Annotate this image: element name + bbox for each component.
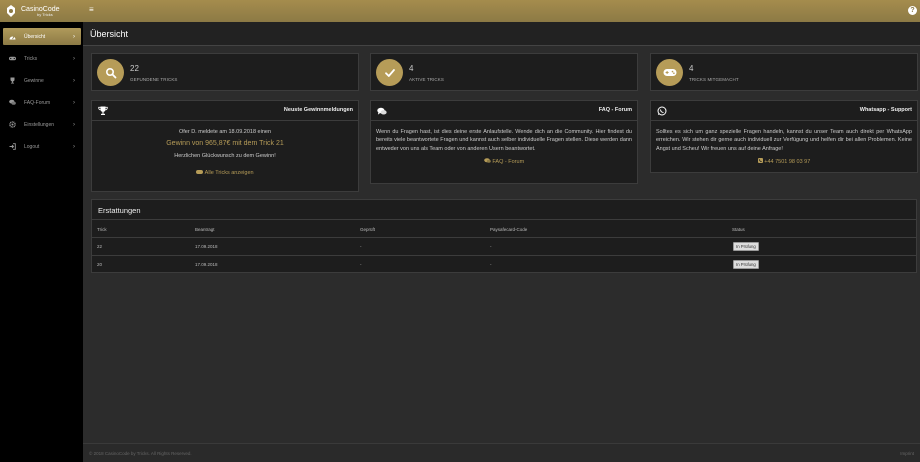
- cell-beantragt: 17.09.2018: [195, 262, 218, 267]
- cell-paysafecard: -: [490, 244, 492, 249]
- gear-icon: [9, 121, 16, 128]
- sidebar-item-einstellungen[interactable]: Einstellungen ›: [3, 116, 81, 133]
- sidebar-item-label: Übersicht: [24, 33, 46, 40]
- stat-value: 4: [409, 64, 414, 73]
- chevron-right-icon: ›: [73, 99, 75, 106]
- wins-body: Ofer D. meldete am 18.09.2018 einen Gewi…: [97, 128, 353, 177]
- faq-text: Wenn du Fragen hast, ist dies deine erst…: [376, 129, 632, 152]
- faq-panel: FAQ - Forum Wenn du Fragen hast, ist die…: [370, 100, 638, 184]
- menu-toggle-icon[interactable]: ≡: [89, 5, 99, 15]
- gamepad-icon: [656, 59, 683, 86]
- sidebar-item-label: FAQ-Forum: [24, 99, 51, 106]
- stat-value: 4: [689, 64, 694, 73]
- whatsapp-body: Solltes es sich um ganz spezielle Fragen…: [656, 128, 912, 166]
- trophy-icon: [9, 77, 16, 84]
- footer: © 2018 CasinoCode by Tricks. All Rights …: [83, 443, 920, 462]
- cell-beantragt: 17.09.2018: [195, 244, 218, 249]
- sidebar: Übersicht › Tricks › Gewinne › FAQ-Forum…: [0, 22, 83, 462]
- brand-logo[interactable]: CasinoCode by Tricks: [6, 3, 60, 19]
- cell-trick: 22: [97, 244, 103, 249]
- sidebar-item-faq-forum[interactable]: FAQ-Forum ›: [3, 94, 81, 111]
- all-tricks-link[interactable]: Alle Tricks anzeigen: [97, 169, 353, 177]
- whatsapp-phone-link[interactable]: +44 7501 98 03 97: [656, 157, 912, 166]
- sidebar-item-logout[interactable]: Logout ›: [3, 138, 81, 155]
- brand-subtitle: by Tricks: [37, 11, 53, 17]
- comments-icon: [377, 106, 387, 116]
- help-icon[interactable]: ?: [908, 6, 917, 15]
- imprint-link[interactable]: Imprint: [900, 451, 914, 456]
- win-amount: Gewinn von 965,87€ mit dem Trick 21: [166, 140, 284, 148]
- page-title: Übersicht: [90, 29, 129, 39]
- divider: [92, 237, 916, 238]
- whatsapp-icon: [657, 106, 667, 116]
- logout-icon: [9, 143, 16, 150]
- stat-card-active-tricks: 4 Aktive Tricks: [370, 53, 638, 91]
- link-label: Alle Tricks anzeigen: [204, 169, 254, 176]
- cell-trick: 20: [97, 262, 103, 267]
- top-bar: CasinoCode by Tricks ≡ ?: [0, 0, 920, 22]
- search-icon: [97, 59, 124, 86]
- whatsapp-panel: Whatsapp - Support Solltes es sich um ga…: [650, 100, 918, 173]
- wins-panel: Neuste Gewinnmeldungen Ofer D. meldete a…: [91, 100, 359, 192]
- trophy-icon: [98, 106, 108, 116]
- divider: [92, 255, 916, 256]
- cell-geprueft: -: [360, 262, 362, 267]
- panel-header: Neuste Gewinnmeldungen: [92, 101, 358, 121]
- refunds-title: Erstattungen: [98, 206, 141, 215]
- sidebar-item-uebersicht[interactable]: Übersicht ›: [3, 28, 81, 45]
- column-header-status: Status: [732, 227, 745, 232]
- gamepad-icon: [9, 55, 16, 62]
- chevron-right-icon: ›: [73, 143, 75, 150]
- phone-number: +44 7501 98 03 97: [764, 158, 811, 165]
- panel-header: Whatsapp - Support: [651, 101, 917, 121]
- chevron-right-icon: ›: [73, 121, 75, 128]
- dashboard-icon: [9, 33, 16, 40]
- logo-icon: [6, 5, 16, 17]
- sidebar-item-tricks[interactable]: Tricks ›: [3, 50, 81, 67]
- sidebar-item-label: Gewinne: [24, 77, 44, 84]
- stat-card-tricks-joined: 4 Tricks mitgemacht: [650, 53, 918, 91]
- panel-header: FAQ - Forum: [371, 101, 637, 121]
- stat-label: Aktive Tricks: [409, 77, 444, 82]
- sidebar-item-gewinne[interactable]: Gewinne ›: [3, 72, 81, 89]
- link-label: FAQ - Forum: [492, 158, 525, 165]
- column-header-paysafecard: Paysafecard-Code: [490, 227, 528, 232]
- faq-body: Wenn du Fragen hast, ist dies deine erst…: [376, 128, 632, 166]
- status-badge: In Prüfung: [733, 260, 759, 269]
- panel-title: Neuste Gewinnmeldungen: [283, 107, 353, 113]
- cell-geprueft: -: [360, 244, 362, 249]
- sidebar-item-label: Tricks: [24, 55, 38, 62]
- whatsapp-text: Solltes es sich um ganz spezielle Fragen…: [656, 129, 912, 152]
- sidebar-item-label: Logout: [24, 143, 40, 150]
- status-badge: In Prüfung: [733, 242, 759, 251]
- chevron-right-icon: ›: [73, 55, 75, 62]
- stat-value: 22: [130, 64, 139, 73]
- main-content: Übersicht 22 Gefundene Tricks 4 Aktive T…: [83, 22, 920, 443]
- stat-label: Gefundene Tricks: [130, 77, 178, 82]
- chevron-right-icon: ›: [73, 33, 75, 40]
- column-header-beantragt: Beantragt: [195, 227, 215, 232]
- panel-title: Whatsapp - Support: [859, 107, 912, 113]
- comments-icon: [9, 99, 16, 106]
- column-header-trick: Trick: [97, 227, 107, 232]
- cell-paysafecard: -: [490, 262, 492, 267]
- page-header: Übersicht: [83, 22, 920, 46]
- win-congrats: Herzlichen Glückwunsch zu dem Gewinn!: [174, 153, 276, 160]
- refunds-panel: Erstattungen Trick Beantragt Geprüft Pay…: [91, 199, 917, 273]
- sidebar-item-label: Einstellungen: [24, 121, 55, 128]
- column-header-geprueft: Geprüft: [360, 227, 376, 232]
- stat-label: Tricks mitgemacht: [689, 77, 739, 82]
- divider: [92, 219, 916, 220]
- win-announcement-line: Ofer D. meldete am 18.09.2018 einen: [178, 129, 272, 135]
- stat-card-found-tricks: 22 Gefundene Tricks: [91, 53, 359, 91]
- check-icon: [376, 59, 403, 86]
- gamepad-icon: [196, 169, 204, 176]
- faq-forum-link[interactable]: FAQ - Forum: [376, 158, 632, 166]
- panel-title: FAQ - Forum: [598, 107, 632, 113]
- copyright-text: © 2018 CasinoCode by Tricks. All Rights …: [89, 451, 192, 456]
- chevron-right-icon: ›: [73, 77, 75, 84]
